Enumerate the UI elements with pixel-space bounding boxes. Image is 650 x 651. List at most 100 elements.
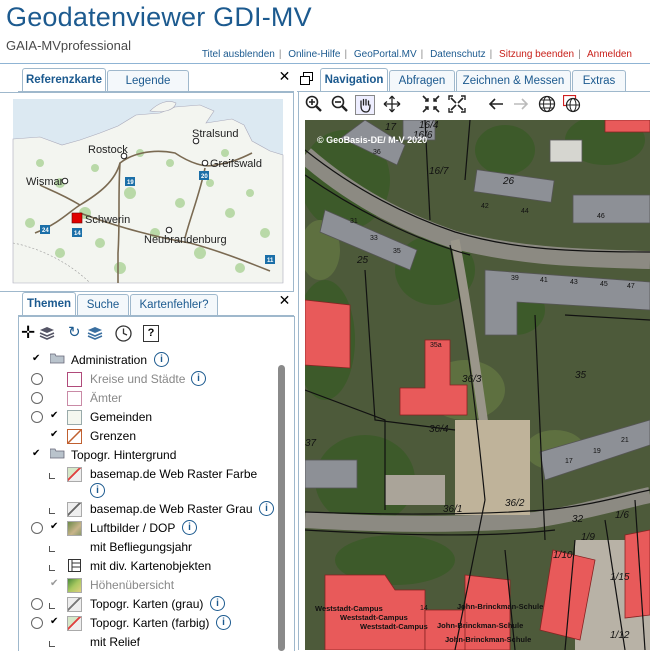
main-map[interactable]: 17 16/4 16/6 16/7 26 25 36/3 35 36/4 37 … [305,120,650,650]
legend-swatch [67,616,82,631]
checkbox-hoehenuebersicht[interactable] [49,579,59,589]
svg-text:37: 37 [305,438,317,449]
checkbox-topokarten-farbig[interactable] [49,617,59,627]
checkbox-relief[interactable] [49,641,55,647]
svg-text:43: 43 [570,279,578,286]
layers-stack-icon[interactable] [87,326,103,340]
back-arrow-icon[interactable] [487,95,505,113]
radio-topokarten-farbig[interactable] [31,617,43,629]
svg-text:36/1: 36/1 [443,504,462,515]
tab-themen[interactable]: Themen [22,292,76,315]
layer-tree: Administration i Kreise und Städte i Ämt… [19,351,281,651]
legend-swatch [67,597,82,612]
svg-text:39: 39 [511,275,519,282]
label-stralsund: Stralsund [192,128,238,140]
restore-window-icon[interactable] [300,72,313,85]
zoom-out-icon[interactable] [331,95,349,113]
checkbox-kartenobjekte[interactable] [49,565,55,571]
zoom-in-icon[interactable] [305,95,323,113]
zoom-extent-out-icon[interactable] [448,95,466,113]
checkbox-luftbilder[interactable] [49,522,59,532]
svg-text:1/15: 1/15 [610,572,630,583]
tree-label: Topogr. Karten (farbig) [90,616,210,630]
tree-scrollbar[interactable] [278,365,285,651]
app-subtitle: GAIA-MVprofessional [6,38,131,53]
info-icon[interactable]: i [182,520,197,535]
checkbox-basemap-farbe[interactable] [49,473,55,479]
zoom-extent-in-icon[interactable] [422,95,440,113]
legend-swatch [67,410,82,425]
link-sitzung-beenden[interactable]: Sitzung beenden [499,49,574,60]
checkbox-basemap-grau[interactable] [49,508,55,514]
svg-text:17: 17 [385,122,397,133]
info-icon[interactable]: i [191,371,206,386]
tab-legende[interactable]: Legende [107,70,189,91]
forward-arrow-icon[interactable] [512,95,530,113]
move-arrows-icon[interactable] [383,95,401,113]
tab-extras[interactable]: Extras [572,70,626,91]
table-icon [68,559,81,572]
svg-text:11: 11 [267,258,274,264]
tab-zeichnen-messen[interactable]: Zeichnen & Messen [456,70,571,91]
tab-kartenfehler[interactable]: Kartenfehler? [130,294,218,315]
link-titel-ausblenden[interactable]: Titel ausblenden [202,49,275,60]
svg-text:1/6: 1/6 [615,510,629,521]
help-icon[interactable]: ? [143,325,159,342]
svg-text:45: 45 [600,281,608,288]
layers-icon[interactable] [39,326,55,340]
svg-text:36/2: 36/2 [505,498,525,509]
info-icon[interactable]: i [154,352,169,367]
refresh-icon[interactable]: ↻ [68,325,81,341]
pan-hand-icon[interactable] [355,95,375,115]
svg-text:John-Brinckman-Schule: John-Brinckman-Schule [445,635,531,644]
checkbox-topokarten-grau[interactable] [49,603,55,609]
checkbox-topogr-hintergrund[interactable] [31,449,41,459]
globe-icon[interactable] [538,95,556,113]
clock-icon[interactable] [115,325,132,342]
tab-suche[interactable]: Suche [77,294,129,315]
link-datenschutz[interactable]: Datenschutz [430,49,486,60]
tab-referenzkarte[interactable]: Referenzkarte [22,68,106,91]
svg-text:35: 35 [393,248,401,255]
label-schwerin: Schwerin [85,214,130,226]
themen-panel: ✛ ↻ ? Administration i Kreise und Städte… [18,316,295,651]
radio-topokarten-grau[interactable] [31,598,43,610]
checkbox-administration[interactable] [31,354,41,364]
radio-kreise[interactable] [31,373,43,385]
tree-row-basemap-grau: basemap.de Web Raster Grau i [19,500,281,518]
svg-text:John-Brinckman-Schule: John-Brinckman-Schule [437,621,523,630]
svg-text:25: 25 [356,255,369,266]
tab-navigation[interactable]: Navigation [320,68,388,91]
info-icon[interactable]: i [216,615,231,630]
close-icon[interactable]: ✕ [278,293,291,307]
close-icon[interactable]: ✕ [278,69,291,83]
checkbox-grenzen[interactable] [49,430,59,440]
add-layer-icon[interactable]: ✛ [21,324,35,341]
tree-row-kartenobjekte: mit div. Kartenobjekten [19,557,281,575]
checkbox-befliegungsjahr[interactable] [49,546,55,552]
legend-swatch [67,578,82,593]
radio-aemter[interactable] [31,392,43,404]
reference-map[interactable]: Rostock Stralsund Greifswald Wismar Schw… [0,93,293,291]
svg-text:16/7: 16/7 [429,166,449,177]
tree-row-relief: mit Relief [19,633,281,651]
link-geoportal[interactable]: GeoPortal.MV [354,49,417,60]
info-icon[interactable]: i [210,596,225,611]
label-wismar: Wismar [26,176,64,188]
link-anmelden[interactable]: Anmelden [587,49,632,60]
checkbox-gemeinden[interactable] [49,411,59,421]
app-title: Geodatenviewer GDI-MV [6,2,312,32]
globe-frame-icon[interactable] [563,95,581,113]
tree-row-topogr-hintergrund: Topogr. Hintergrund [19,446,281,464]
radio-gemeinden[interactable] [31,411,43,423]
link-online-hilfe[interactable]: Online-Hilfe [288,49,340,60]
info-icon[interactable]: i [90,483,105,498]
legend-swatch [67,521,82,536]
radio-luftbilder[interactable] [31,522,43,534]
info-icon[interactable]: i [259,501,274,516]
tree-row-hoehenuebersicht: Höhenübersicht [19,576,281,594]
svg-text:19: 19 [593,448,601,455]
svg-text:36/3: 36/3 [462,374,482,385]
svg-text:26: 26 [502,176,515,187]
tab-abfragen[interactable]: Abfragen [389,70,455,91]
